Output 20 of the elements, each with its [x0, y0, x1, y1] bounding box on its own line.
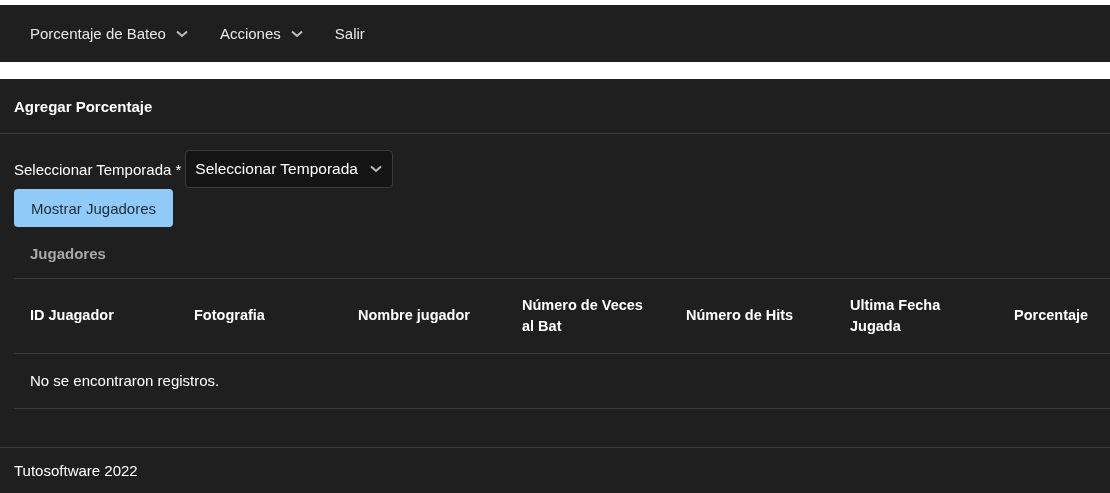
footer-text: Tutosoftware 2022 — [14, 462, 138, 479]
nav-dropdown[interactable]: Porcentaje de Bateo — [14, 13, 204, 54]
column-header: Nombre jugador — [342, 279, 506, 353]
column-header: Ultima Fecha Jugada — [834, 279, 998, 353]
show-players-button[interactable]: Mostrar Jugadores — [14, 189, 174, 227]
field-label: Seleccionar Temporada * — [14, 160, 182, 178]
chevron-down-icon — [290, 29, 303, 38]
column-header: Número de Hits — [670, 279, 834, 353]
chevron-down-icon — [369, 165, 382, 173]
table-caption: Jugadores — [30, 245, 106, 262]
chevron-down-icon — [175, 29, 188, 38]
season-select[interactable]: Seleccionar Temporada — [185, 150, 393, 188]
empty-message: No se encontraron registros. — [14, 353, 1110, 408]
column-header: Fotografia — [178, 279, 342, 353]
column-header: Número de Veces al Bat — [506, 279, 670, 353]
column-header: Porcentaje — [998, 279, 1110, 353]
column-header: ID Juagador — [14, 279, 178, 353]
nav-link[interactable]: Salir — [318, 13, 381, 54]
nav-dropdown[interactable]: Acciones — [203, 13, 319, 54]
card-title: Agregar Porcentaje — [14, 97, 153, 115]
